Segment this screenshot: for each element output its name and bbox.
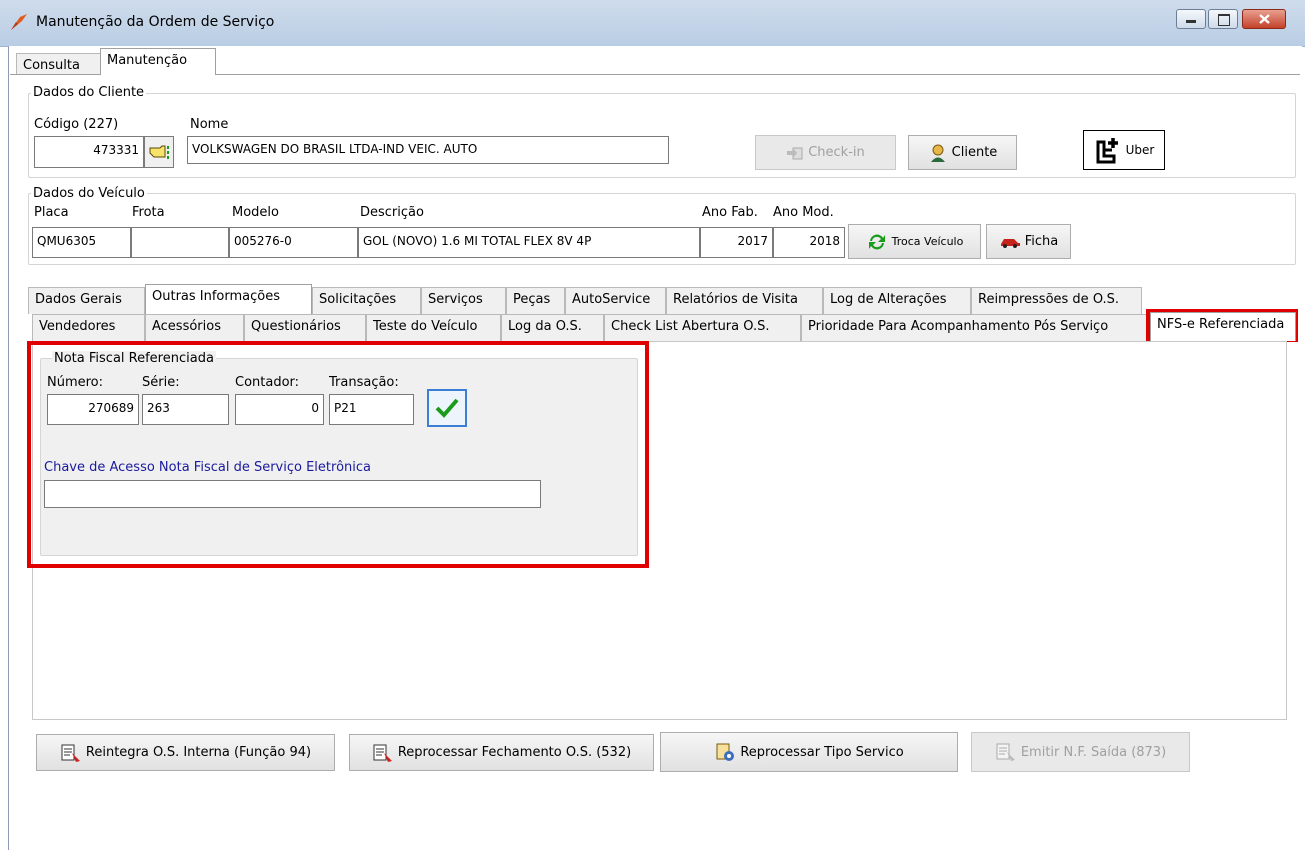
cliente-label: Cliente — [951, 145, 998, 160]
emitir-nf-button[interactable]: Emitir N.F. Saída (873) — [971, 732, 1190, 772]
ficha-label: Ficha — [1024, 234, 1059, 249]
minimize-button[interactable] — [1176, 9, 1206, 29]
placa-label: Placa — [34, 205, 69, 220]
tab-reimpressoes[interactable]: Reimpressões de O.S. — [971, 287, 1142, 314]
ficha-button[interactable]: Ficha — [986, 224, 1071, 259]
uber-button[interactable]: Uber — [1083, 130, 1165, 170]
title-bar: Manutenção da Ordem de Serviço — [0, 0, 1305, 47]
car-seat-icon — [1096, 138, 1118, 164]
descricao-field[interactable]: GOL (NOVO) 1.6 MI TOTAL FLEX 8V 4P — [358, 227, 700, 258]
document-edit-icon — [373, 744, 392, 762]
checkin-icon — [787, 147, 803, 159]
tab-questionarios[interactable]: Questionários — [244, 314, 366, 341]
reintegra-button[interactable]: Reintegra O.S. Interna (Função 94) — [36, 734, 335, 771]
tabs-row-1: Dados Gerais Outras Informações Solicita… — [28, 284, 1296, 314]
placa-field[interactable]: QMU6305 — [32, 227, 131, 258]
tab-outras-informacoes[interactable]: Outras Informações — [145, 284, 312, 314]
reprocessar-fechamento-label: Reprocessar Fechamento O.S. (532) — [397, 745, 632, 760]
tab-nfse-referenciada[interactable]: NFS-e Referenciada — [1150, 312, 1296, 341]
frota-label: Frota — [132, 205, 165, 220]
close-button[interactable] — [1242, 9, 1286, 29]
document-gear-icon — [716, 743, 735, 761]
tabs-row-2: Vendedores Acessórios Questionários Test… — [32, 312, 1296, 341]
codigo-field[interactable]: 473331 — [34, 136, 144, 168]
tab-autoservice[interactable]: AutoService — [565, 287, 666, 314]
checkin-button[interactable]: Check-in — [755, 135, 896, 170]
tab-dados-gerais[interactable]: Dados Gerais — [28, 287, 145, 314]
tab-acessorios[interactable]: Acessórios — [145, 314, 244, 341]
app-logo-icon — [11, 14, 27, 30]
ano-mod-field[interactable]: 2018 — [773, 227, 845, 258]
highlight-nf-group — [27, 341, 649, 568]
descricao-label: Descrição — [360, 205, 424, 220]
frota-field[interactable] — [131, 227, 229, 258]
tab-log-os[interactable]: Log da O.S. — [501, 314, 604, 341]
tab-relatorios-visita[interactable]: Relatórios de Visita — [666, 287, 823, 314]
uber-label: Uber — [1125, 143, 1155, 157]
troca-veiculo-button[interactable]: Troca Veículo — [848, 224, 981, 259]
codigo-lookup-button[interactable] — [144, 136, 174, 168]
reintegra-label: Reintegra O.S. Interna (Função 94) — [85, 745, 312, 760]
reprocessar-tipo-label: Reprocessar Tipo Servico — [740, 744, 904, 760]
tab-solicitacoes[interactable]: Solicitações — [312, 287, 421, 314]
cliente-button[interactable]: Cliente — [908, 135, 1017, 170]
tab-teste-veiculo[interactable]: Teste do Veículo — [366, 314, 501, 341]
emitir-nf-label: Emitir N.F. Saída (873) — [1020, 744, 1167, 760]
maximize-button[interactable] — [1208, 9, 1238, 29]
troca-veiculo-label: Troca Veículo — [891, 235, 964, 248]
tab-vendedores[interactable]: Vendedores — [32, 314, 145, 341]
document-edit-icon — [996, 743, 1015, 761]
ano-fab-field[interactable]: 2017 — [700, 227, 773, 258]
tab-check-list[interactable]: Check List Abertura O.S. — [604, 314, 801, 341]
reprocessar-tipo-button[interactable]: Reprocessar Tipo Servico — [660, 732, 958, 772]
modelo-label: Modelo — [232, 205, 279, 220]
reprocessar-fechamento-button[interactable]: Reprocessar Fechamento O.S. (532) — [349, 734, 654, 771]
tab-prioridade[interactable]: Prioridade Para Acompanhamento Pós Servi… — [801, 314, 1148, 341]
window-title: Manutenção da Ordem de Serviço — [36, 14, 275, 30]
tab-consulta[interactable]: Consulta — [16, 53, 102, 74]
tab-log-alteracoes[interactable]: Log de Alterações — [823, 287, 971, 314]
document-edit-icon — [61, 744, 80, 762]
tab-servicos[interactable]: Serviços — [421, 287, 506, 314]
ano-mod-label: Ano Mod. — [773, 205, 834, 220]
codigo-label: Código (227) — [34, 117, 119, 132]
cliente-group-label: Dados do Cliente — [31, 85, 147, 100]
ano-fab-label: Ano Fab. — [702, 205, 758, 220]
modelo-field[interactable]: 005276-0 — [229, 227, 358, 258]
veiculo-group-label: Dados do Veículo — [31, 186, 147, 201]
person-icon — [930, 144, 945, 162]
tab-pecas[interactable]: Peças — [506, 287, 565, 314]
nome-label: Nome — [190, 117, 229, 132]
pointing-hand-icon — [149, 145, 169, 159]
close-icon — [1259, 14, 1270, 24]
tab-manutencao[interactable]: Manutenção — [100, 48, 216, 75]
refresh-icon — [868, 234, 885, 249]
nome-field[interactable]: VOLKSWAGEN DO BRASIL LTDA-IND VEIC. AUTO — [187, 136, 669, 164]
checkin-label: Check-in — [808, 145, 865, 160]
car-icon — [1000, 238, 1020, 248]
